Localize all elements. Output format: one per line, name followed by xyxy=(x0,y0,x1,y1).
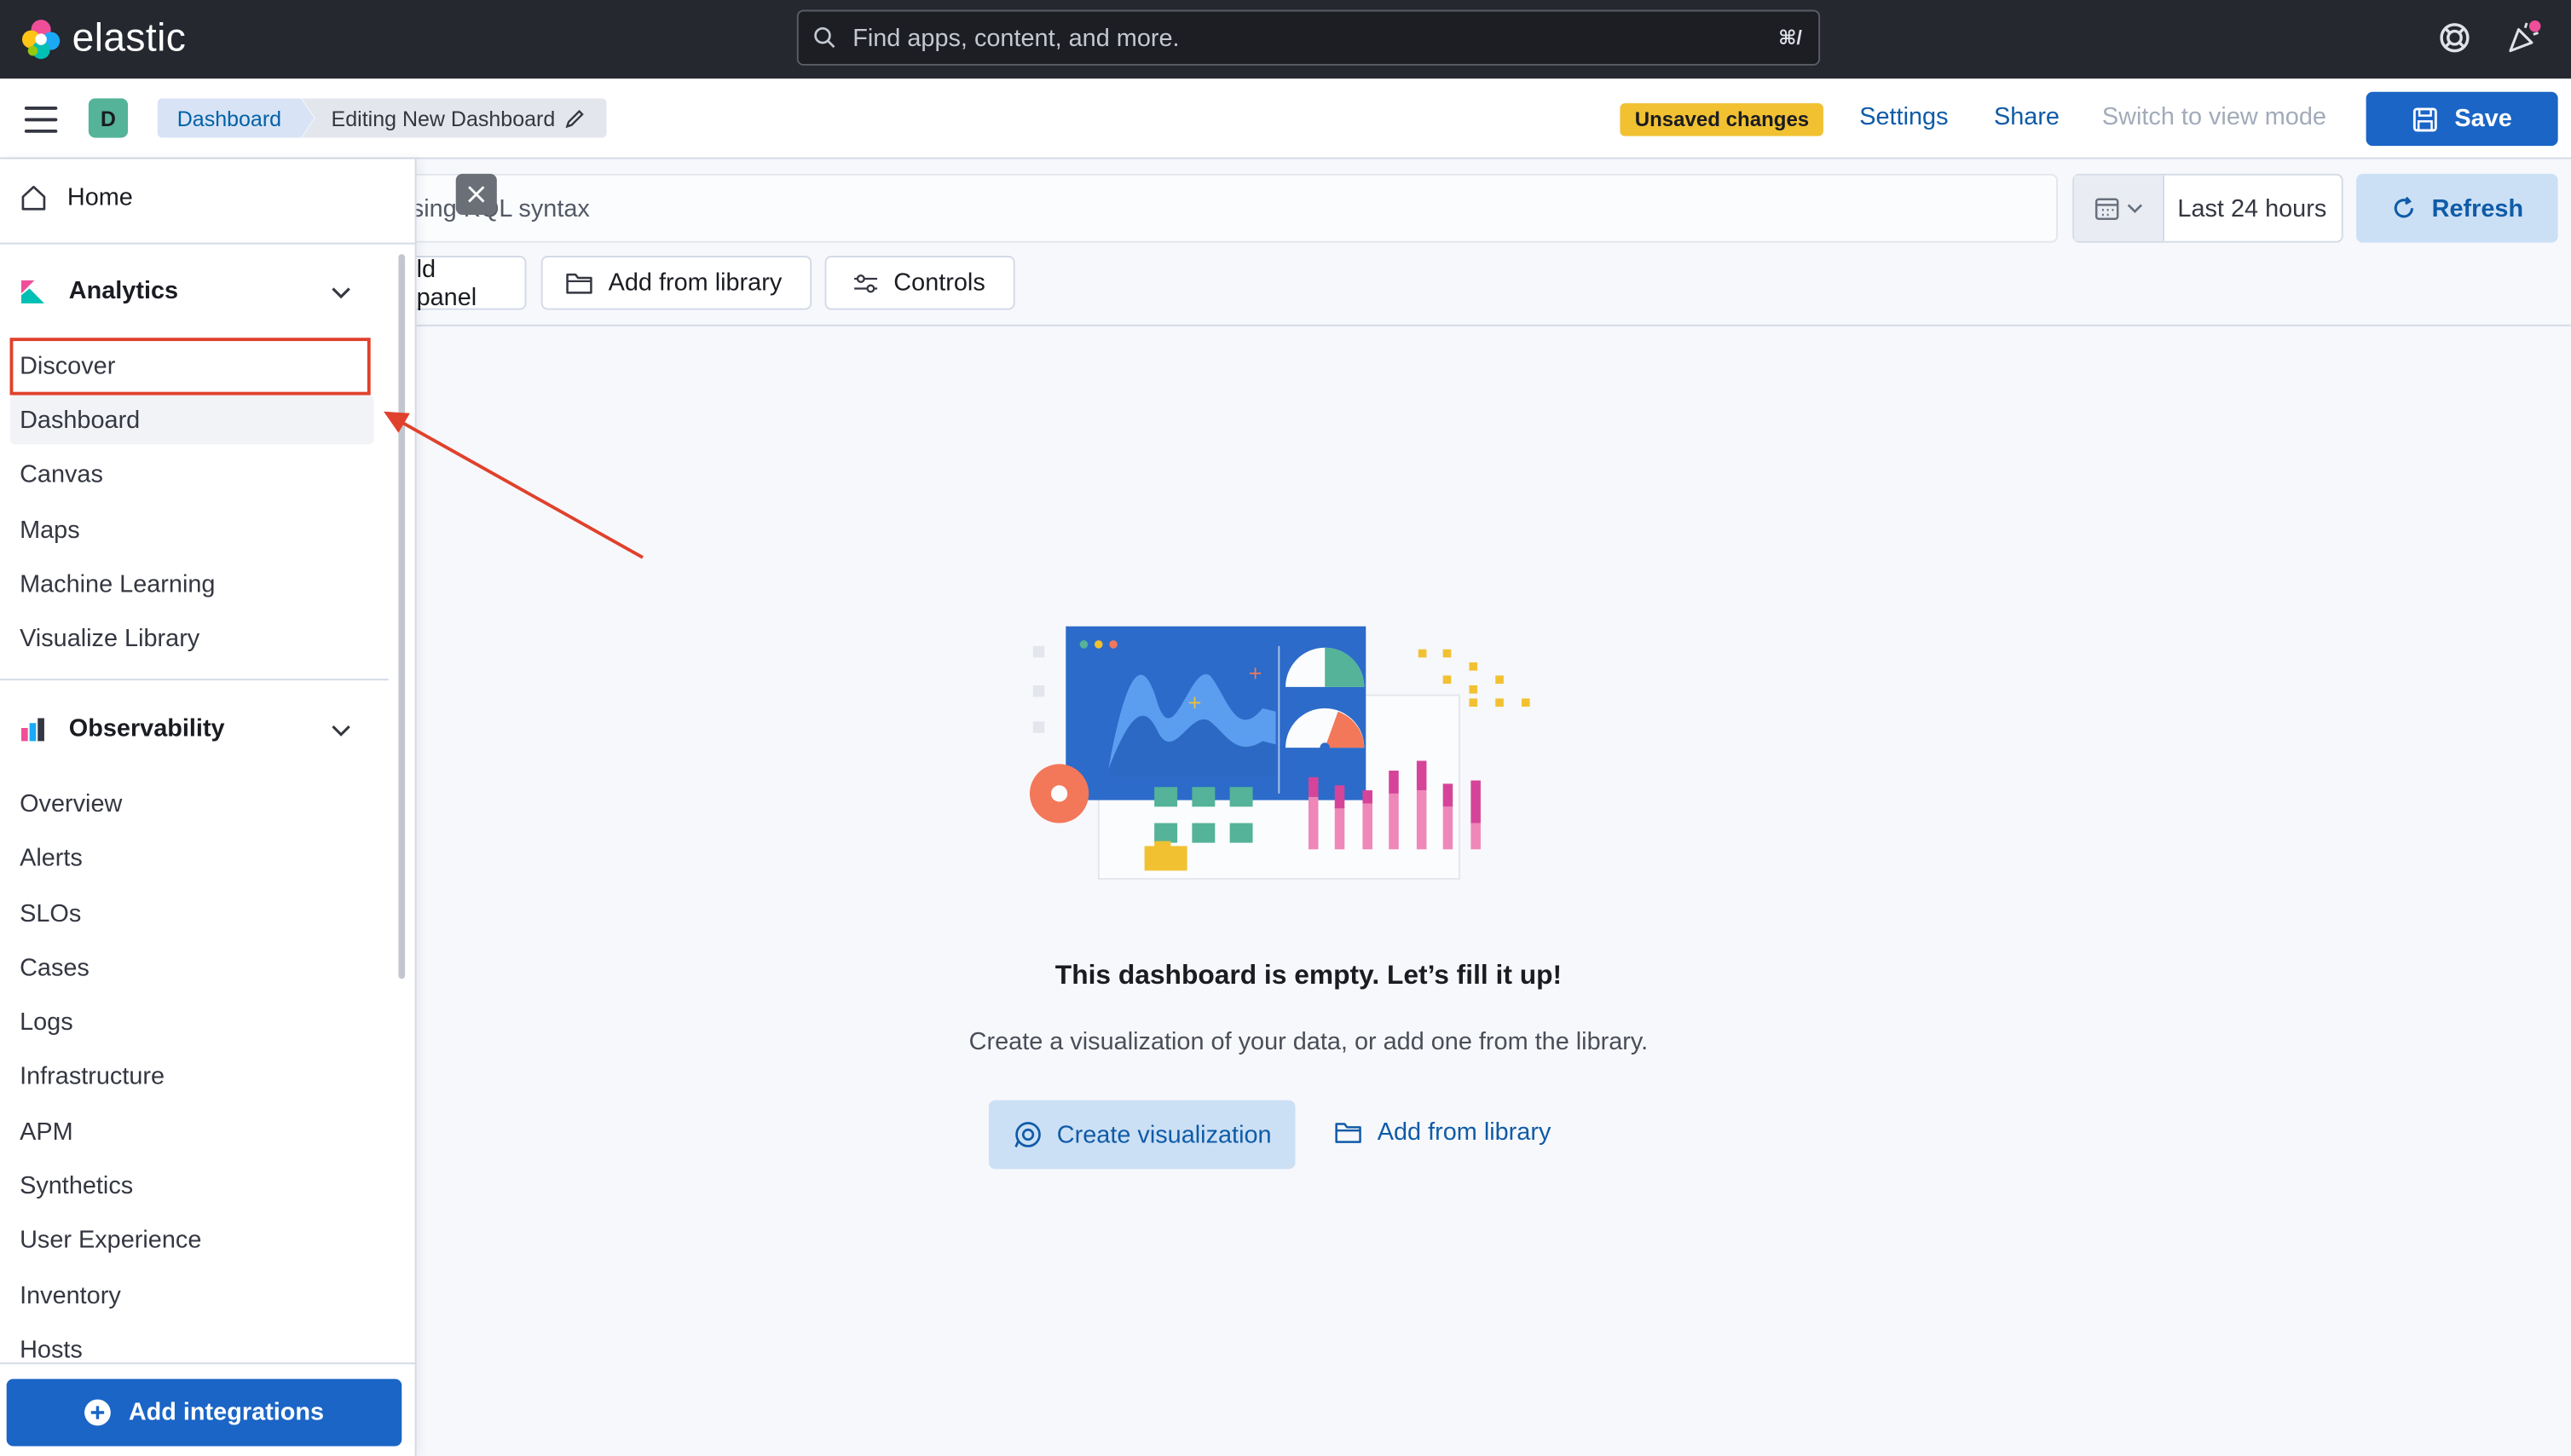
global-search-input[interactable]: Find apps, content, and more. ⌘/ xyxy=(796,9,1821,66)
nav-divider xyxy=(0,1362,417,1365)
nav-item-hosts[interactable]: Hosts xyxy=(20,1337,83,1365)
nav-item-synthetics[interactable]: Synthetics xyxy=(20,1172,133,1200)
save-label: Save xyxy=(2454,105,2512,133)
plus-circle-icon xyxy=(84,1399,112,1426)
search-placeholder: Find apps, content, and more. xyxy=(852,23,1180,52)
calendar-icon xyxy=(2094,198,2143,221)
nav-group-analytics[interactable]: Analytics xyxy=(20,277,178,305)
nav-home[interactable]: Home xyxy=(20,183,133,211)
chevron-down-icon[interactable] xyxy=(328,279,355,305)
controls-button[interactable]: Controls xyxy=(824,256,1015,310)
unsaved-changes-badge: Unsaved changes xyxy=(1620,103,1824,136)
refresh-icon xyxy=(2394,196,2414,218)
close-icon xyxy=(468,186,485,203)
folder-icon xyxy=(566,273,592,294)
empty-state-body-text: Create a visualization of your data, or … xyxy=(968,1027,1649,1056)
nav-group-observability-label: Observability xyxy=(68,714,225,743)
nav-item-machine-learning[interactable]: Machine Learning xyxy=(20,570,215,598)
quick-date-menu[interactable] xyxy=(2074,175,2165,241)
elastic-logo-icon xyxy=(21,20,61,60)
empty-dashboard-illustration: + + xyxy=(1029,626,1530,880)
nav-group-analytics-label: Analytics xyxy=(68,277,179,305)
nav-divider xyxy=(0,679,389,681)
search-icon xyxy=(814,26,835,49)
save-icon xyxy=(2412,107,2437,131)
close-nav-button[interactable] xyxy=(455,173,497,215)
add-from-library-button[interactable]: Add from library xyxy=(540,256,812,310)
annotation-highlight-box xyxy=(9,338,371,396)
switch-view-mode-link[interactable]: Switch to view mode xyxy=(2102,103,2326,131)
query-placeholder: sing KQL syntax xyxy=(411,194,590,223)
chevron-down-icon[interactable] xyxy=(328,717,355,743)
nav-item-logs[interactable]: Logs xyxy=(20,1008,73,1037)
controls-icon xyxy=(854,274,878,292)
svg-text:+: + xyxy=(1187,691,1203,713)
save-button[interactable]: Save xyxy=(2366,91,2558,147)
settings-link[interactable]: Settings xyxy=(1859,103,1948,131)
nav-item-visualize-library[interactable]: Visualize Library xyxy=(20,625,199,653)
share-link[interactable]: Share xyxy=(1994,103,2060,131)
add-integrations-label: Add integrations xyxy=(128,1398,325,1427)
nav-item-user-experience[interactable]: User Experience xyxy=(20,1227,201,1255)
global-header: elastic Find apps, content, and more. ⌘/ xyxy=(0,0,2571,79)
add-integrations-button[interactable]: Add integrations xyxy=(6,1378,402,1447)
nav-item-canvas[interactable]: Canvas xyxy=(20,460,103,488)
nav-item-maps[interactable]: Maps xyxy=(20,517,80,545)
breadcrumb-dashboard[interactable]: Dashboard xyxy=(158,98,315,137)
controls-label: Controls xyxy=(893,269,985,298)
folder-icon xyxy=(1335,1123,1361,1143)
add-panel-label: ld panel xyxy=(416,255,477,311)
refresh-label: Refresh xyxy=(2431,194,2524,222)
refresh-button[interactable]: Refresh xyxy=(2356,173,2558,243)
empty-add-from-library-link[interactable]: Add from library xyxy=(1335,1118,1551,1147)
nav-home-label: Home xyxy=(66,183,133,212)
toolbar-divider xyxy=(416,324,2571,326)
breadcrumb-current[interactable]: Editing New Dashboard xyxy=(301,98,607,138)
help-icon[interactable] xyxy=(2436,20,2472,55)
search-shortcut: ⌘/ xyxy=(1778,26,1802,49)
nav-group-observability[interactable]: Observability xyxy=(20,714,225,743)
nav-item-cases[interactable]: Cases xyxy=(20,954,90,982)
date-range-label[interactable]: Last 24 hours xyxy=(2164,176,2342,241)
create-visualization-label: Create visualization xyxy=(1056,1120,1272,1149)
breadcrumb-current-label: Editing New Dashboard xyxy=(331,106,556,130)
empty-state-title-text: This dashboard is empty. Let’s fill it u… xyxy=(1054,961,1563,991)
create-visualization-button[interactable]: Create visualization xyxy=(988,1100,1296,1170)
analytics-icon xyxy=(21,279,44,303)
space-avatar[interactable]: D xyxy=(88,98,129,138)
nav-item-apm[interactable]: APM xyxy=(20,1118,73,1147)
query-input[interactable]: sing KQL syntax xyxy=(393,173,2058,243)
nav-item-alerts[interactable]: Alerts xyxy=(20,845,83,873)
nav-item-dashboard[interactable]: Dashboard xyxy=(20,407,140,435)
brand-name: elastic xyxy=(72,16,187,61)
date-picker[interactable]: Last 24 hours xyxy=(2072,173,2343,243)
visualize-icon xyxy=(1014,1122,1040,1147)
svg-text:+: + xyxy=(1248,662,1263,683)
elastic-logo[interactable]: elastic xyxy=(20,16,186,62)
nav-item-inventory[interactable]: Inventory xyxy=(20,1282,121,1310)
pencil-icon xyxy=(564,108,583,128)
home-icon xyxy=(21,185,46,211)
add-from-library-label: Add from library xyxy=(608,269,783,298)
nav-item-overview[interactable]: Overview xyxy=(20,790,122,818)
observability-icon xyxy=(21,717,44,741)
news-feed-icon[interactable] xyxy=(2505,20,2541,55)
nav-divider xyxy=(0,242,417,245)
nav-scrollbar[interactable] xyxy=(398,254,406,979)
nav-item-infrastructure[interactable]: Infrastructure xyxy=(20,1062,165,1090)
menu-toggle-icon[interactable] xyxy=(24,107,58,133)
nav-item-slos[interactable]: SLOs xyxy=(20,900,81,928)
empty-add-from-library-label: Add from library xyxy=(1377,1118,1551,1147)
